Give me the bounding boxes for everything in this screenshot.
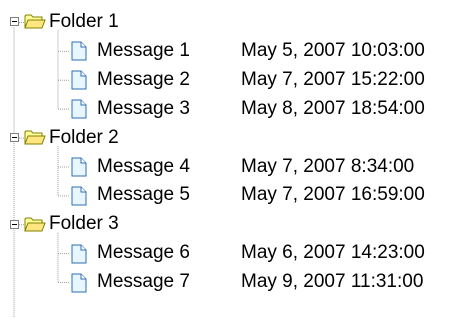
message-name: Message 5	[97, 184, 190, 206]
collapse-toggle-icon[interactable]	[10, 219, 19, 229]
message-date: May 9, 2007 11:31:00	[241, 271, 424, 293]
document-icon	[70, 273, 88, 299]
message-name: Message 4	[97, 155, 190, 177]
message-name: Message 2	[97, 68, 190, 90]
document-icon	[70, 244, 88, 270]
folder-label: Folder 1	[49, 11, 119, 32]
folder-open-icon	[24, 215, 46, 239]
folder-row[interactable]: Folder 2	[0, 124, 465, 152]
document-icon	[70, 186, 88, 212]
message-tree-view[interactable]: Folder 1 Message 1 May 5, 2007 10:03:00 Mes…	[0, 0, 465, 318]
document-icon	[70, 157, 88, 183]
collapse-toggle-icon[interactable]	[10, 133, 19, 143]
folder-label: Folder 3	[49, 213, 119, 235]
message-date: May 8, 2007 18:54:00	[241, 97, 425, 119]
folder-row[interactable]: Folder 3	[0, 210, 465, 238]
message-date: May 7, 2007 15:22:00	[241, 68, 425, 90]
message-row[interactable]: Message 5 May 7, 2007 16:59:00	[0, 181, 465, 209]
message-name: Message 1	[97, 39, 190, 61]
message-row[interactable]: Message 2 May 7, 2007 15:22:00	[0, 66, 465, 94]
message-row[interactable]: Message 7 May 9, 2007 11:31:00	[0, 268, 465, 296]
message-date: May 6, 2007 14:23:00	[241, 242, 425, 264]
folder-open-icon	[24, 12, 46, 36]
message-row[interactable]: Message 4 May 7, 2007 8:34:00	[0, 153, 465, 181]
folder-open-icon	[24, 128, 46, 152]
message-date: May 7, 2007 8:34:00	[241, 155, 415, 177]
message-row[interactable]: Message 3 May 8, 2007 18:54:00	[0, 95, 465, 123]
document-icon	[70, 41, 88, 67]
document-icon	[70, 99, 88, 125]
message-name: Message 3	[97, 97, 190, 119]
message-row[interactable]: Message 1 May 5, 2007 10:03:00	[0, 37, 465, 65]
document-icon	[70, 70, 88, 96]
folder-row[interactable]: Folder 1	[0, 8, 465, 36]
message-row[interactable]: Message 6 May 6, 2007 14:23:00	[0, 239, 465, 267]
folder-label: Folder 2	[49, 126, 119, 148]
message-name: Message 7	[97, 271, 190, 293]
collapse-toggle-icon[interactable]	[10, 17, 19, 27]
message-date: May 5, 2007 10:03:00	[241, 39, 425, 61]
message-date: May 7, 2007 16:59:00	[241, 184, 425, 206]
message-name: Message 6	[97, 242, 190, 264]
